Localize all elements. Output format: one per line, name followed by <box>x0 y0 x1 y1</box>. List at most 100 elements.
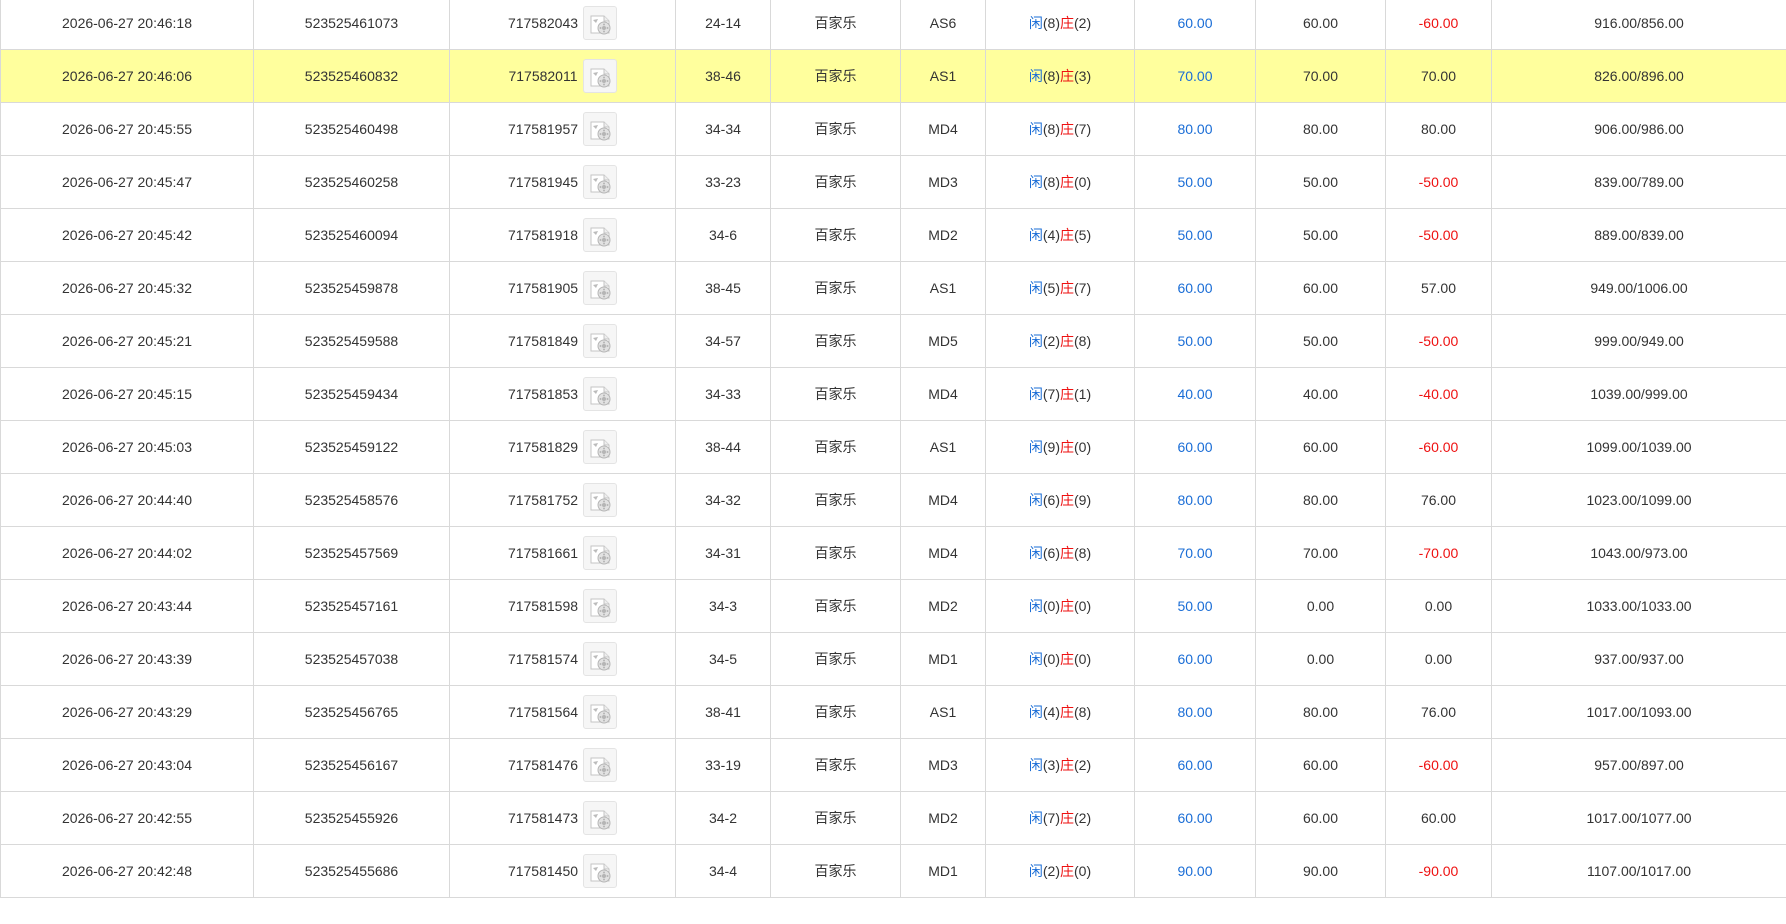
banker-score: (0) <box>1074 598 1092 614</box>
video-replay-icon[interactable] <box>583 748 618 782</box>
video-replay-icon[interactable] <box>582 59 617 93</box>
win-loss-cell: 57.00 <box>1385 261 1492 315</box>
video-replay-icon[interactable] <box>583 430 618 464</box>
bet-id-cell: 523525460094 <box>253 208 450 262</box>
valid-bet: 50.00 <box>1302 174 1339 190</box>
video-replay-icon[interactable] <box>583 801 618 835</box>
bet-amount: 70.00 <box>1177 68 1213 84</box>
win-loss: 0.00 <box>1424 651 1453 667</box>
bet-time-cell: 2026-06-27 20:45:15 <box>0 367 254 421</box>
game-name: 百家乐 <box>814 757 857 773</box>
win-loss: -40.00 <box>1418 386 1459 402</box>
banker-label: 庄 <box>1060 68 1074 84</box>
player-label: 闲 <box>1028 15 1043 31</box>
video-replay-icon[interactable] <box>583 642 618 676</box>
video-replay-icon[interactable] <box>583 483 618 517</box>
win-loss: 60.00 <box>1420 810 1457 826</box>
banker-label: 庄 <box>1060 15 1074 31</box>
video-replay-icon[interactable] <box>583 218 618 252</box>
round-id: 717581476 <box>507 757 579 773</box>
game-name: 百家乐 <box>814 386 857 402</box>
bet-time-cell: 2026-06-27 20:45:32 <box>0 261 254 315</box>
win-loss: -60.00 <box>1418 757 1459 773</box>
game-cell: 百家乐 <box>770 738 901 792</box>
bet-amount: 60.00 <box>1177 280 1213 296</box>
win-loss-cell: -60.00 <box>1385 0 1492 50</box>
video-replay-icon[interactable] <box>583 536 618 570</box>
table-code: AS1 <box>929 280 957 296</box>
result-cell: 闲(3)庄(2) <box>985 738 1135 792</box>
bet-id: 523525456765 <box>304 704 399 720</box>
win-loss: -70.00 <box>1418 545 1459 561</box>
game-name: 百家乐 <box>814 704 857 720</box>
player-score: (0) <box>1042 651 1060 667</box>
bet-id: 523525459588 <box>304 333 399 349</box>
bet-time-cell: 2026-06-27 20:43:29 <box>0 685 254 739</box>
game-name: 百家乐 <box>814 651 857 667</box>
result-cell: 闲(0)庄(0) <box>985 579 1135 633</box>
video-replay-icon[interactable] <box>583 271 618 305</box>
valid-bet: 60.00 <box>1302 15 1339 31</box>
table-code: MD4 <box>928 545 958 561</box>
bet-amount-cell: 60.00 <box>1134 632 1256 686</box>
video-replay-icon[interactable] <box>583 324 618 358</box>
valid-bet-cell: 0.00 <box>1255 632 1386 686</box>
seat-cell: 34-3 <box>675 579 771 633</box>
seat-cell: 33-23 <box>675 155 771 209</box>
game-cell: 百家乐 <box>770 685 901 739</box>
valid-bet: 50.00 <box>1302 333 1339 349</box>
round-id-cell: 717581564 <box>449 685 676 739</box>
bet-id-cell: 523525457569 <box>253 526 450 580</box>
game-cell: 百家乐 <box>770 261 901 315</box>
win-loss: 0.00 <box>1424 598 1453 614</box>
player-label: 闲 <box>1028 386 1043 402</box>
video-replay-icon[interactable] <box>583 6 618 40</box>
round-id: 717581918 <box>507 227 579 243</box>
valid-bet: 60.00 <box>1302 280 1339 296</box>
bet-amount: 60.00 <box>1177 15 1213 31</box>
banker-score: (3) <box>1074 68 1092 84</box>
round-id-cell: 717581450 <box>449 844 676 898</box>
round-id: 717581829 <box>507 439 579 455</box>
video-replay-icon[interactable] <box>583 589 618 623</box>
player-score: (3) <box>1042 757 1060 773</box>
bet-amount-cell: 60.00 <box>1134 791 1256 845</box>
valid-bet: 50.00 <box>1302 227 1339 243</box>
round-id: 717581564 <box>507 704 579 720</box>
bet-time: 2026-06-27 20:45:42 <box>62 227 192 243</box>
bet-time: 2026-06-27 20:43:29 <box>62 704 192 720</box>
player-score: (9) <box>1042 439 1060 455</box>
video-replay-icon[interactable] <box>583 377 618 411</box>
player-label: 闲 <box>1028 174 1043 190</box>
banker-label: 庄 <box>1060 121 1074 137</box>
bet-id: 523525457038 <box>304 651 399 667</box>
seat: 34-6 <box>708 227 738 243</box>
balance: 1017.00/1093.00 <box>1586 704 1692 720</box>
banker-score: (0) <box>1074 174 1092 190</box>
bet-id: 523525457569 <box>304 545 399 561</box>
balance: 1099.00/1039.00 <box>1586 439 1692 455</box>
valid-bet-cell: 70.00 <box>1255 49 1386 103</box>
bet-id-cell: 523525460832 <box>253 49 450 103</box>
table-row: 2026-06-27 20:44:40 523525458576 7175817… <box>0 473 1786 527</box>
bet-id-cell: 523525459434 <box>253 367 450 421</box>
video-replay-icon[interactable] <box>583 854 618 888</box>
table-code-cell: MD4 <box>900 367 986 421</box>
player-score: (6) <box>1042 492 1060 508</box>
video-replay-icon[interactable] <box>583 112 618 146</box>
bet-id-cell: 523525459122 <box>253 420 450 474</box>
valid-bet: 40.00 <box>1302 386 1339 402</box>
win-loss: 70.00 <box>1420 68 1457 84</box>
result-cell: 闲(0)庄(0) <box>985 632 1135 686</box>
seat-cell: 34-31 <box>675 526 771 580</box>
bet-time-cell: 2026-06-27 20:42:48 <box>0 844 254 898</box>
video-replay-icon[interactable] <box>583 165 618 199</box>
video-replay-icon[interactable] <box>583 695 618 729</box>
bet-time: 2026-06-27 20:46:06 <box>62 68 192 84</box>
bet-amount: 90.00 <box>1177 863 1213 879</box>
bet-id-cell: 523525456765 <box>253 685 450 739</box>
win-loss-cell: -50.00 <box>1385 208 1492 262</box>
bet-time: 2026-06-27 20:46:18 <box>62 15 192 31</box>
bet-id-cell: 523525455926 <box>253 791 450 845</box>
bet-id: 523525461073 <box>304 15 399 31</box>
